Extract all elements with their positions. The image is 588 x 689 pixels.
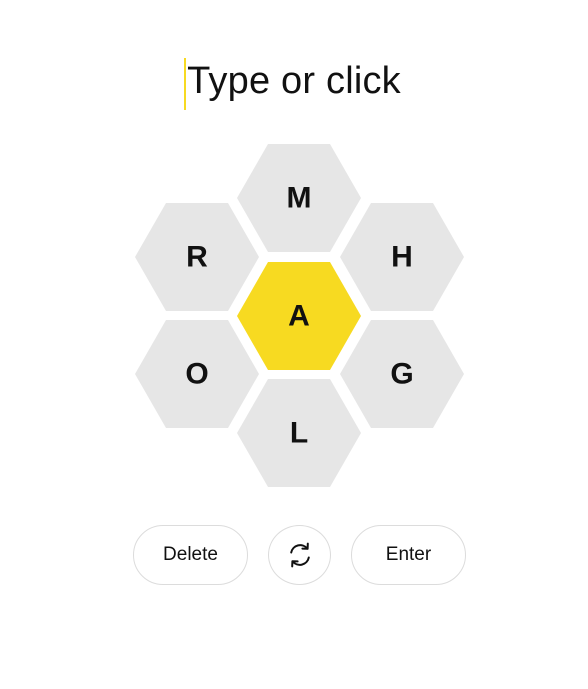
cell-letter: H bbox=[391, 241, 413, 274]
delete-button[interactable]: Delete bbox=[133, 525, 248, 585]
shuffle-icon bbox=[285, 540, 315, 570]
cell-letter: G bbox=[390, 358, 413, 391]
enter-button[interactable]: Enter bbox=[351, 525, 466, 585]
hive-cell-upper-left[interactable]: R bbox=[135, 203, 259, 311]
input-placeholder: Type or click bbox=[187, 60, 401, 102]
hive-cell-bottom[interactable]: L bbox=[237, 379, 361, 487]
cell-letter: R bbox=[186, 241, 208, 274]
word-input[interactable]: Type or click bbox=[0, 55, 588, 111]
hive-cell-lower-right[interactable]: G bbox=[340, 320, 464, 428]
shuffle-button[interactable] bbox=[268, 525, 331, 585]
hive-cell-lower-left[interactable]: O bbox=[135, 320, 259, 428]
controls-row: Delete Enter bbox=[0, 525, 588, 587]
hive-cell-top[interactable]: M bbox=[237, 144, 361, 252]
center-letter: A bbox=[288, 300, 310, 333]
hive-cell-upper-right[interactable]: H bbox=[340, 203, 464, 311]
cell-letter: O bbox=[185, 358, 208, 391]
hive-cell-center[interactable]: A bbox=[237, 262, 361, 370]
cell-letter: L bbox=[290, 417, 308, 450]
cell-letter: M bbox=[287, 182, 312, 215]
text-cursor bbox=[184, 58, 187, 110]
